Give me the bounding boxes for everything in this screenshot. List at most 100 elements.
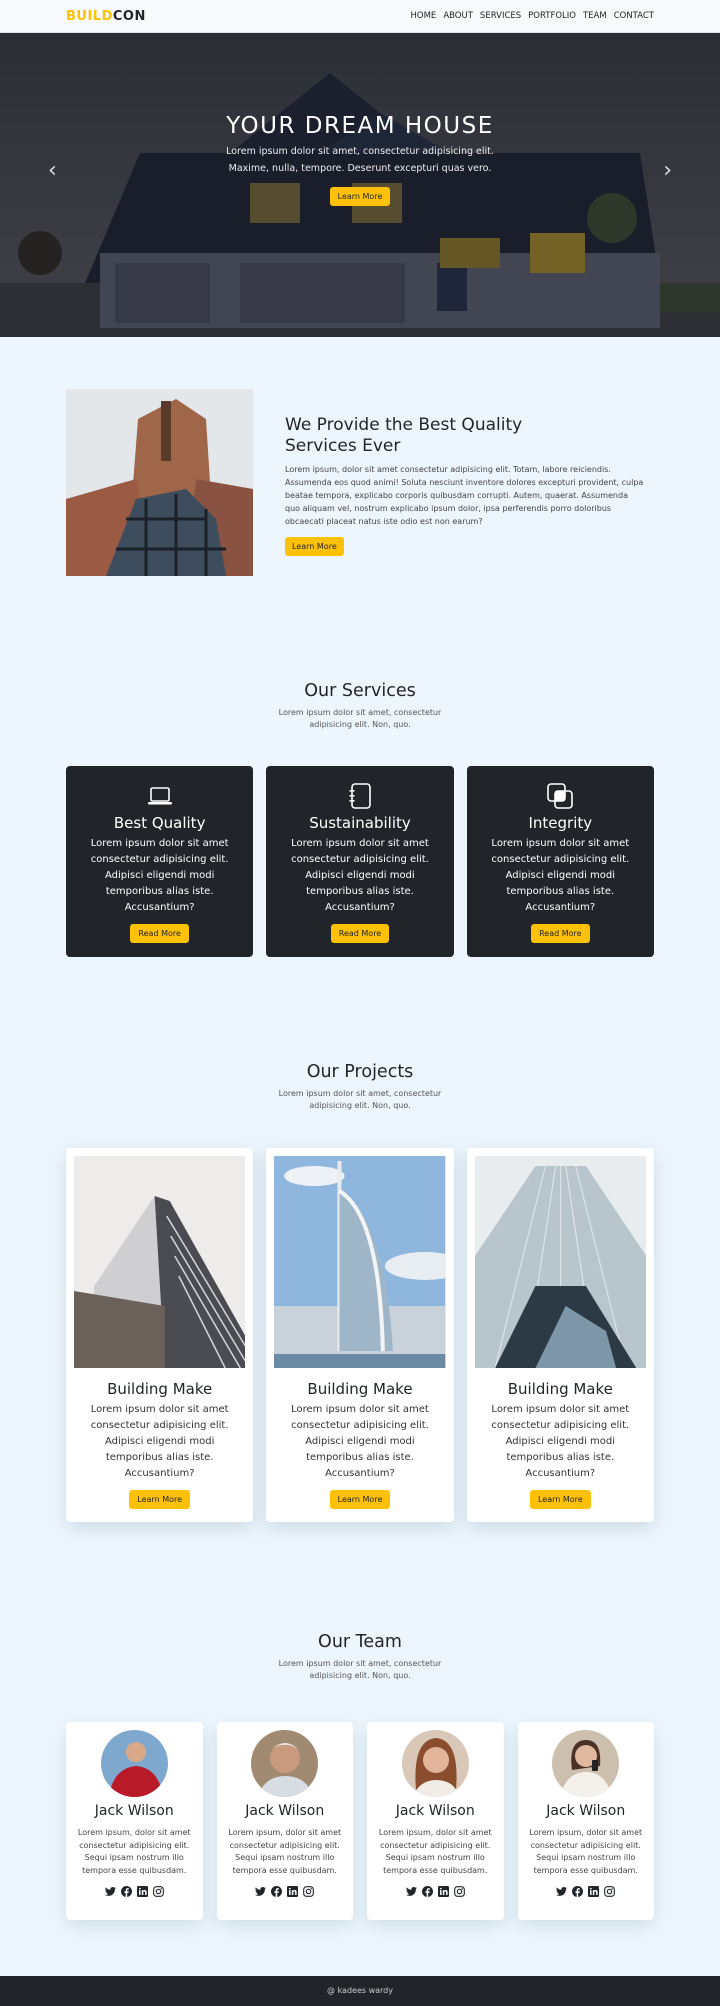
social-links	[217, 1886, 354, 1897]
about-section: We Provide the Best Quality Services Eve…	[0, 337, 720, 576]
twitter-icon[interactable]	[556, 1886, 568, 1897]
service-card: Sustainability Lorem ipsum dolor sit ame…	[266, 766, 454, 957]
instagram-icon[interactable]	[604, 1886, 616, 1897]
about-content: We Provide the Best Quality Services Eve…	[285, 389, 645, 576]
service-text: Lorem ipsum dolor sit amet consectetur a…	[291, 838, 429, 913]
hero-carousel: ‹ › YOUR DREAM HOUSE Lorem ipsum dolor s…	[0, 33, 720, 337]
services-cards: Best Quality Lorem ipsum dolor sit amet …	[0, 766, 720, 957]
intersect-icon	[467, 782, 654, 810]
services-header: Our Services Lorem ipsum dolor sit amet,…	[0, 681, 720, 731]
team-member-name: Jack Wilson	[94, 1803, 174, 1819]
service-card: Best Quality Lorem ipsum dolor sit amet …	[66, 766, 254, 957]
about-text: Lorem ipsum, dolor sit amet consectetur …	[285, 465, 644, 526]
instagram-icon[interactable]	[152, 1886, 164, 1897]
avatar	[100, 1730, 168, 1797]
service-read-more-button[interactable]: Read More	[330, 924, 390, 943]
project-card: Building Make Lorem ipsum dolor sit amet…	[266, 1148, 454, 1522]
nav-team[interactable]: TEAM	[583, 11, 607, 21]
project-image-burj-al-arab	[274, 1156, 446, 1368]
team-member-text: Lorem ipsum, dolor sit amet consectetur …	[228, 1828, 342, 1875]
service-text: Lorem ipsum dolor sit amet consectetur a…	[491, 838, 630, 913]
project-image-tower	[74, 1156, 246, 1368]
brand-part-con: CON	[112, 8, 146, 24]
team-member-card: Jack Wilson Lorem ipsum, dolor sit amet …	[66, 1722, 203, 1920]
service-read-more-button[interactable]: Read More	[531, 924, 590, 943]
team-member-text: Lorem ipsum, dolor sit amet consectetur …	[77, 1828, 191, 1875]
twitter-icon[interactable]	[104, 1886, 116, 1897]
project-card: Building Make Lorem ipsum dolor sit amet…	[466, 1148, 654, 1522]
linkedin-icon[interactable]	[287, 1886, 299, 1897]
instagram-icon[interactable]	[453, 1886, 465, 1897]
team-cards: Jack Wilson Lorem ipsum, dolor sit amet …	[0, 1722, 720, 1920]
service-text: Lorem ipsum dolor sit amet consectetur a…	[90, 838, 229, 913]
linkedin-icon[interactable]	[437, 1886, 449, 1897]
hero-title: YOUR DREAM HOUSE	[226, 113, 494, 139]
project-learn-more-button[interactable]: Learn More	[529, 1490, 591, 1509]
team-member-text: Lorem ipsum, dolor sit amet consectetur …	[378, 1828, 492, 1875]
projects-subtitle: Lorem ipsum dolor sit amet, consectetur …	[278, 1089, 442, 1110]
service-title: Best Quality	[113, 814, 206, 832]
team-member-card: Jack Wilson Lorem ipsum, dolor sit amet …	[216, 1722, 354, 1920]
linkedin-icon[interactable]	[588, 1886, 600, 1897]
projects-section: Our Projects Lorem ipsum dolor sit amet,…	[0, 957, 720, 1522]
team-section: Our Team Lorem ipsum dolor sit amet, con…	[0, 1522, 720, 1976]
project-learn-more-button[interactable]: Learn More	[129, 1490, 191, 1509]
laptop-icon	[66, 782, 253, 810]
projects-header: Our Projects Lorem ipsum dolor sit amet,…	[0, 1062, 720, 1112]
about-learn-more-button[interactable]: Learn More	[285, 537, 344, 556]
project-title: Building Make	[307, 1380, 413, 1398]
project-image-glass-skyscraper	[474, 1156, 646, 1368]
linkedin-icon[interactable]	[136, 1886, 148, 1897]
about-title: We Provide the Best Quality Services Eve…	[285, 415, 523, 456]
projects-title: Our Projects	[306, 1062, 414, 1082]
instagram-icon[interactable]	[303, 1886, 315, 1897]
footer-credit: @ kadees wardy	[327, 1986, 393, 1995]
facebook-icon[interactable]	[421, 1886, 433, 1897]
team-subtitle: Lorem ipsum dolor sit amet, consectetur …	[278, 1659, 442, 1680]
team-member-card: Jack Wilson Lorem ipsum, dolor sit amet …	[517, 1722, 655, 1920]
twitter-icon[interactable]	[405, 1886, 417, 1897]
nav-about[interactable]: ABOUT	[443, 11, 473, 21]
nav-portfolio[interactable]: PORTFOLIO	[528, 11, 576, 21]
hero-caption: YOUR DREAM HOUSE Lorem ipsum dolor sit a…	[0, 113, 720, 206]
navbar: BUILDCON HOME ABOUT SERVICES PORTFOLIO T…	[0, 0, 720, 33]
avatar	[401, 1730, 469, 1797]
projects-cards: Building Make Lorem ipsum dolor sit amet…	[0, 1148, 720, 1522]
team-member-name: Jack Wilson	[245, 1803, 325, 1819]
team-title: Our Team	[318, 1632, 402, 1652]
nav-home[interactable]: HOME	[411, 11, 437, 21]
project-learn-more-button[interactable]: Learn More	[329, 1490, 391, 1509]
project-text: Lorem ipsum dolor sit amet consectetur a…	[291, 1404, 429, 1479]
twitter-icon[interactable]	[255, 1886, 267, 1897]
social-links	[518, 1886, 655, 1897]
service-card: Integrity Lorem ipsum dolor sit amet con…	[466, 766, 654, 957]
services-section: Our Services Lorem ipsum dolor sit amet,…	[0, 576, 720, 957]
team-member-name: Jack Wilson	[395, 1803, 475, 1819]
services-title: Our Services	[304, 681, 416, 701]
social-links	[66, 1886, 203, 1897]
social-links	[367, 1886, 504, 1897]
team-member-name: Jack Wilson	[546, 1803, 626, 1819]
avatar	[552, 1730, 620, 1797]
journal-icon	[266, 782, 453, 810]
about-building-image	[66, 389, 253, 576]
nav-contact[interactable]: CONTACT	[614, 11, 654, 21]
services-subtitle: Lorem ipsum dolor sit amet, consectetur …	[278, 708, 442, 729]
project-title: Building Make	[507, 1380, 613, 1398]
project-title: Building Make	[107, 1380, 213, 1398]
hero-text-line1: Lorem ipsum dolor sit amet, consectetur …	[226, 146, 494, 157]
brand-logo[interactable]: BUILDCON	[66, 9, 146, 24]
team-header: Our Team Lorem ipsum dolor sit amet, con…	[0, 1632, 720, 1682]
service-read-more-button[interactable]: Read More	[130, 924, 189, 943]
facebook-icon[interactable]	[120, 1886, 132, 1897]
service-title: Integrity	[528, 814, 593, 832]
nav-services[interactable]: SERVICES	[480, 11, 521, 21]
team-member-text: Lorem ipsum, dolor sit amet consectetur …	[529, 1828, 643, 1875]
team-member-card: Jack Wilson Lorem ipsum, dolor sit amet …	[367, 1722, 504, 1920]
hero-learn-more-button[interactable]: Learn More	[329, 187, 391, 206]
avatar	[251, 1730, 319, 1797]
facebook-icon[interactable]	[572, 1886, 584, 1897]
nav-links: HOME ABOUT SERVICES PORTFOLIO TEAM CONTA…	[411, 11, 654, 21]
footer: @ kadees wardy	[0, 1976, 720, 2006]
facebook-icon[interactable]	[271, 1886, 283, 1897]
